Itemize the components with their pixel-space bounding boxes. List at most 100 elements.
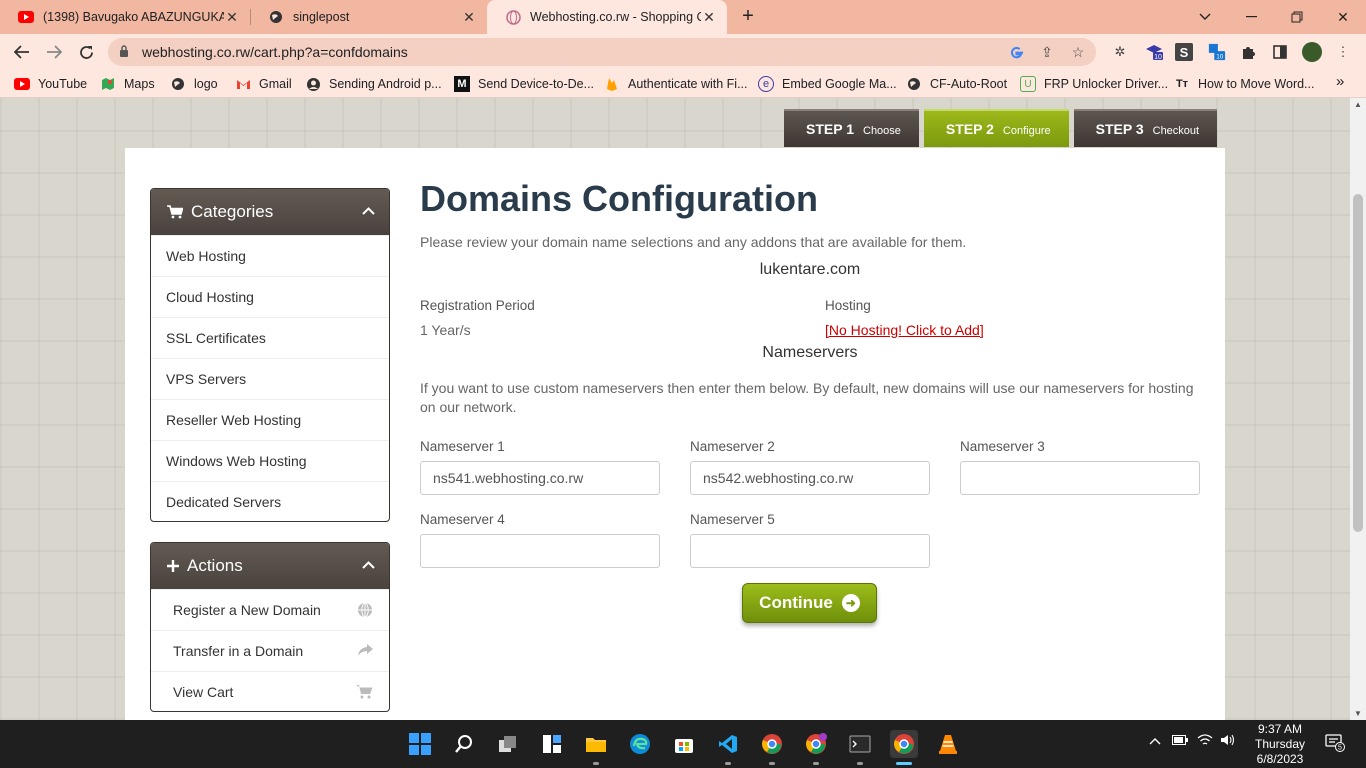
battery-icon[interactable] xyxy=(1172,734,1188,748)
step-choose[interactable]: STEP 1 Choose xyxy=(784,109,919,147)
page-scrollbar[interactable]: ▲ ▼ xyxy=(1350,98,1366,720)
side-panel-icon[interactable] xyxy=(1271,43,1289,61)
nameserver-1-label: Nameserver 1 xyxy=(420,439,505,454)
firebase-icon xyxy=(604,76,620,92)
task-view-icon[interactable] xyxy=(494,730,522,758)
forward-arrow-icon[interactable] xyxy=(42,40,66,64)
terminal-icon[interactable] xyxy=(846,730,874,765)
volume-icon[interactable] xyxy=(1220,734,1236,749)
share-icon[interactable]: ⇪ xyxy=(1038,43,1056,61)
wifi-icon[interactable] xyxy=(1197,734,1213,749)
bookmarks-overflow-button[interactable]: » xyxy=(1336,73,1344,90)
bookmark-frp-unlocker[interactable]: U FRP Unlocker Driver... xyxy=(1020,76,1168,92)
nameserver-2-input[interactable] xyxy=(690,461,930,495)
back-arrow-icon[interactable] xyxy=(10,40,34,64)
windows-start-icon[interactable] xyxy=(406,730,434,758)
edge-icon[interactable] xyxy=(626,730,654,758)
star-icon[interactable]: ☆ xyxy=(1069,43,1087,61)
add-hosting-link[interactable]: [No Hosting! Click to Add] xyxy=(825,322,984,338)
bookmark-send-device[interactable]: M Send Device-to-De... xyxy=(454,76,594,92)
scroll-down-icon[interactable]: ▼ xyxy=(1350,709,1366,718)
search-icon[interactable] xyxy=(450,730,478,758)
new-tab-button[interactable]: + xyxy=(737,5,759,27)
category-windows-web-hosting[interactable]: Windows Web Hosting xyxy=(151,440,389,481)
nameserver-5-input[interactable] xyxy=(690,534,930,568)
nameserver-1-input[interactable] xyxy=(420,461,660,495)
chevron-up-icon[interactable] xyxy=(362,556,375,572)
close-icon[interactable]: ✕ xyxy=(461,9,477,26)
extension-puzzle-grey-icon[interactable]: ✲ xyxy=(1111,43,1129,61)
url-text: webhosting.co.rw/cart.php?a=confdomains xyxy=(142,44,408,60)
vlc-icon[interactable] xyxy=(934,730,962,758)
address-bar[interactable]: webhosting.co.rw/cart.php?a=confdomains … xyxy=(108,38,1096,66)
bookmark-authenticate[interactable]: Authenticate with Fi... xyxy=(604,76,748,92)
continue-button[interactable]: Continue ➜ xyxy=(742,583,877,623)
chrome-profile-icon[interactable] xyxy=(802,730,830,765)
bookmark-sending-android[interactable]: Sending Android p... xyxy=(305,76,442,92)
category-web-hosting[interactable]: Web Hosting xyxy=(151,235,389,276)
bookmark-label: Maps xyxy=(124,77,155,91)
close-icon[interactable]: ✕ xyxy=(701,9,717,26)
tab-youtube[interactable]: (1398) Bavugako ABAZUNGUKAZ ✕ xyxy=(0,0,250,34)
bookmark-cf-auto-root[interactable]: CF-Auto-Root xyxy=(906,76,1007,92)
bookmark-how-to-move[interactable]: Tт How to Move Word... xyxy=(1174,76,1315,92)
bookmark-maps[interactable]: Maps xyxy=(100,76,155,92)
bookmark-label: Send Device-to-De... xyxy=(478,77,595,91)
bookmark-youtube[interactable]: YouTube xyxy=(14,76,87,92)
action-register-domain[interactable]: Register a New Domain xyxy=(151,589,389,630)
profile-avatar[interactable] xyxy=(1302,42,1322,62)
domain-name: lukentare.com xyxy=(759,261,861,278)
calendar-extension-icon[interactable]: 10 xyxy=(1208,43,1226,61)
category-dedicated-servers[interactable]: Dedicated Servers xyxy=(151,481,389,521)
chrome-icon[interactable] xyxy=(758,730,786,765)
minimize-button[interactable] xyxy=(1228,0,1274,34)
widgets-icon[interactable] xyxy=(538,730,566,758)
chevron-down-icon[interactable] xyxy=(1182,0,1228,34)
notification-center-icon[interactable]: 5 xyxy=(1324,732,1346,754)
svg-text:5: 5 xyxy=(1338,745,1342,752)
bookmark-label: logo xyxy=(194,77,218,91)
extensions-puzzle-icon[interactable] xyxy=(1239,43,1257,61)
nameserver-4-input[interactable] xyxy=(420,534,660,568)
category-vps-servers[interactable]: VPS Servers xyxy=(151,358,389,399)
tab-webhosting[interactable]: Webhosting.co.rw - Shopping Ca ✕ xyxy=(487,0,727,34)
system-clock[interactable]: 9:37 AM Thursday 6/8/2023 xyxy=(1248,722,1312,767)
bookmark-label: Embed Google Ma... xyxy=(782,77,897,91)
bookmark-logo[interactable]: logo xyxy=(170,76,218,92)
scrollbar-thumb[interactable] xyxy=(1353,194,1363,532)
restore-button[interactable] xyxy=(1274,0,1320,34)
action-transfer-domain[interactable]: Transfer in a Domain xyxy=(151,630,389,671)
step-checkout[interactable]: STEP 3 Checkout xyxy=(1073,109,1218,147)
categories-title: Categories xyxy=(191,202,274,221)
microsoft-store-icon[interactable] xyxy=(670,730,698,758)
actions-panel-header[interactable]: Actions xyxy=(151,543,389,589)
page-viewport: STEP 1 Choose STEP 2 Configure STEP 3 Ch… xyxy=(0,98,1350,720)
step-configure[interactable]: STEP 2 Configure xyxy=(923,109,1069,147)
reload-icon[interactable] xyxy=(74,40,98,64)
category-ssl-certificates[interactable]: SSL Certificates xyxy=(151,317,389,358)
google-icon[interactable] xyxy=(1007,43,1025,61)
category-cloud-hosting[interactable]: Cloud Hosting xyxy=(151,276,389,317)
actions-panel: Actions Register a New Domain Transfer i… xyxy=(150,542,390,712)
close-icon[interactable]: ✕ xyxy=(224,9,240,26)
categories-panel-header[interactable]: Categories xyxy=(151,189,389,235)
step-label: Configure xyxy=(1002,124,1051,137)
more-menu-icon[interactable]: ⋮ xyxy=(1334,43,1352,61)
step-number: STEP 3 xyxy=(1095,121,1144,137)
chevron-up-icon[interactable] xyxy=(1149,734,1161,748)
chrome-active-icon[interactable] xyxy=(890,730,918,765)
bookmark-label: YouTube xyxy=(38,77,88,91)
vscode-icon[interactable] xyxy=(714,730,742,765)
tab-singlepost[interactable]: singlepost ✕ xyxy=(250,0,487,34)
nameserver-3-input[interactable] xyxy=(960,461,1200,495)
graduation-cap-icon[interactable]: 10 xyxy=(1145,43,1163,61)
s-extension-icon[interactable]: S xyxy=(1175,43,1193,61)
scroll-up-icon[interactable]: ▲ xyxy=(1350,100,1366,109)
action-view-cart[interactable]: View Cart xyxy=(151,671,389,711)
bookmark-gmail[interactable]: Gmail xyxy=(235,76,292,92)
close-window-button[interactable]: ✕ xyxy=(1320,0,1366,34)
file-explorer-icon[interactable] xyxy=(582,730,610,765)
bookmark-embed-google[interactable]: e Embed Google Ma... xyxy=(758,76,897,92)
category-reseller-web-hosting[interactable]: Reseller Web Hosting xyxy=(151,399,389,440)
chevron-up-icon[interactable] xyxy=(362,202,375,218)
